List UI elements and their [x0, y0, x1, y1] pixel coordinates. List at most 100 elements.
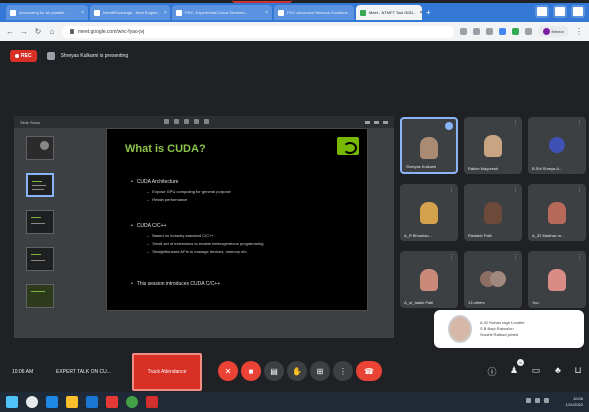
slide-sub-bullet: – Small set of extensions to enable heter…	[147, 241, 264, 246]
present-button[interactable]: ⊞	[310, 361, 330, 381]
track-attendance-button[interactable]: Track Attendance	[132, 353, 202, 391]
chrome-icon[interactable]	[126, 396, 138, 408]
participant-tile-self[interactable]: ⋮ You	[528, 251, 586, 308]
folder-icon[interactable]	[66, 396, 78, 408]
share-icon[interactable]	[472, 28, 480, 35]
current-slide: What is CUDA? • CUDA Architecture – Expose…	[106, 128, 368, 311]
mic-off-icon: ⋮	[449, 187, 454, 193]
meeting-clock: 10:06 AM	[12, 369, 34, 375]
slideshow-titlebar: Slide Show	[14, 116, 394, 128]
forward-icon[interactable]: →	[20, 27, 28, 36]
avatar	[489, 271, 506, 287]
pin-icon[interactable]	[445, 122, 453, 130]
window-controls	[535, 5, 585, 18]
activities-icon[interactable]: ♣	[552, 365, 564, 375]
volume-icon[interactable]	[535, 398, 540, 403]
join-notification: A 32 Rohan ragh Londhe S.B Bapi Rasoolon…	[434, 310, 584, 348]
system-tray	[526, 398, 549, 403]
address-bar: ← → ↻ ⌂ meet.google.com/wnc-fyao-jvj Men…	[0, 22, 589, 41]
back-icon[interactable]: ←	[6, 27, 14, 36]
slide-thumbnail[interactable]	[26, 284, 54, 308]
slide-sub-bullet: – Retain performance	[147, 197, 188, 202]
participant-video	[548, 269, 566, 291]
meet-favicon-icon	[360, 9, 366, 16]
slide-thumbnail-selected[interactable]	[26, 173, 54, 197]
participant-tile[interactable]: ⋮ Rakhe Mayuresh	[464, 117, 522, 174]
tab-favicon-icon	[176, 9, 182, 16]
presenting-label: Shreyas Kulkarni is presenting	[46, 52, 128, 60]
participant-tile[interactable]: ⋮ A_32 Madhav m...	[528, 184, 586, 241]
slide-thumbnail[interactable]	[26, 136, 54, 160]
url-input[interactable]: meet.google.com/wnc-fyao-jvj	[62, 25, 454, 38]
maximize-button[interactable]	[553, 5, 567, 18]
present-screen-icon	[46, 52, 55, 60]
close-window-button[interactable]	[571, 5, 585, 18]
end-call-button[interactable]: ☎	[356, 361, 382, 381]
menu-icon[interactable]: ⋮	[575, 27, 583, 36]
close-icon[interactable]: ×	[81, 10, 84, 16]
participant-tile-others[interactable]: ⋮ 13 others	[464, 251, 522, 308]
search-icon[interactable]	[26, 396, 38, 408]
mic-off-button[interactable]: ✕	[218, 361, 238, 381]
slide-bullet: • CUDA C/C++	[131, 223, 167, 229]
close-icon[interactable]: ×	[420, 10, 423, 16]
avatar	[549, 137, 565, 153]
browser-tab[interactable]: PDC Advanced Network Solutions...×	[274, 5, 354, 20]
participant-video	[548, 202, 566, 224]
info-icon[interactable]: ⓘ	[486, 365, 498, 378]
app-icon[interactable]	[106, 396, 118, 408]
raise-hand-button[interactable]: ✋	[287, 361, 307, 381]
participant-video	[484, 135, 502, 157]
start-icon[interactable]	[6, 396, 18, 408]
participant-tile[interactable]: ⋮ A_R Bhushan...	[400, 184, 458, 241]
recording-badge: REC	[10, 50, 37, 62]
close-icon[interactable]: ×	[164, 10, 167, 16]
lock-icon	[70, 29, 74, 34]
edge-icon[interactable]	[46, 396, 58, 408]
lock-icon[interactable]: ⊔	[572, 365, 584, 376]
chat-icon[interactable]: ▭	[530, 365, 542, 376]
mic-off-icon: ⋮	[577, 120, 582, 126]
slide-sub-bullet: – Straightforward APIs to manage devices,…	[147, 249, 248, 254]
mic-off-icon: ⋮	[577, 254, 582, 260]
captions-button[interactable]: ▤	[264, 361, 284, 381]
tab-favicon-icon	[94, 9, 100, 16]
people-icon[interactable]: ♟ ≈	[508, 359, 524, 376]
reload-icon[interactable]: ↻	[34, 27, 42, 36]
extension-icon[interactable]	[511, 28, 519, 35]
camera-off-button[interactable]: ■	[241, 361, 261, 381]
browser-tab[interactable]: Accounting for an parallel ... ×	[6, 5, 88, 20]
browser-tab-active[interactable]: Meet - NTMF7 Tool GDD... ×	[356, 5, 422, 20]
puzzle-icon[interactable]	[524, 28, 532, 35]
powerpoint-icon[interactable]	[146, 396, 158, 408]
slide-thumbnails	[26, 136, 58, 321]
participant-tile[interactable]: ⋮ Rishabh Patil	[464, 184, 522, 241]
close-icon[interactable]: ×	[265, 10, 268, 16]
home-icon[interactable]: ⌂	[48, 27, 56, 36]
battery-icon[interactable]	[544, 398, 549, 403]
profile-button[interactable]: Mentor	[537, 26, 569, 37]
system-clock[interactable]: 10:06 1/11/2022	[566, 396, 584, 408]
network-icon[interactable]	[526, 398, 531, 403]
avatar	[542, 28, 550, 35]
participant-tile[interactable]: ⋮ B.Shi Shreya A...	[528, 117, 586, 174]
more-options-button[interactable]: ⋮	[333, 361, 353, 381]
camera-icon[interactable]	[459, 28, 467, 35]
slide-bullet: • This session introduces CUDA C/C++	[131, 281, 221, 287]
participant-video	[420, 202, 438, 224]
minimize-button[interactable]	[535, 5, 549, 18]
participant-video	[420, 269, 438, 291]
browser-tab[interactable]: PDC, Experiential Cloud Services... ×	[172, 5, 272, 20]
notification-text: A 32 Rohan ragh Londhe S.B Bapi Rasoolon…	[480, 320, 525, 337]
participant-tile[interactable]: Shreyas Kulkarni	[400, 117, 458, 174]
new-tab-icon[interactable]: +	[426, 8, 431, 17]
slide-thumbnail[interactable]	[26, 247, 54, 271]
store-icon[interactable]	[86, 396, 98, 408]
presenting-bar: REC Shreyas Kulkarni is presenting	[0, 41, 589, 71]
browser-tab[interactable]: NirmitiExchange - Next Engine... ×	[90, 5, 170, 20]
extension-icon[interactable]	[498, 28, 506, 35]
slide-title: What is CUDA?	[125, 143, 206, 155]
participant-tile[interactable]: ⋮ A_of_Aakik Patil	[400, 251, 458, 308]
star-icon[interactable]	[485, 28, 493, 35]
slide-thumbnail[interactable]	[26, 210, 54, 234]
